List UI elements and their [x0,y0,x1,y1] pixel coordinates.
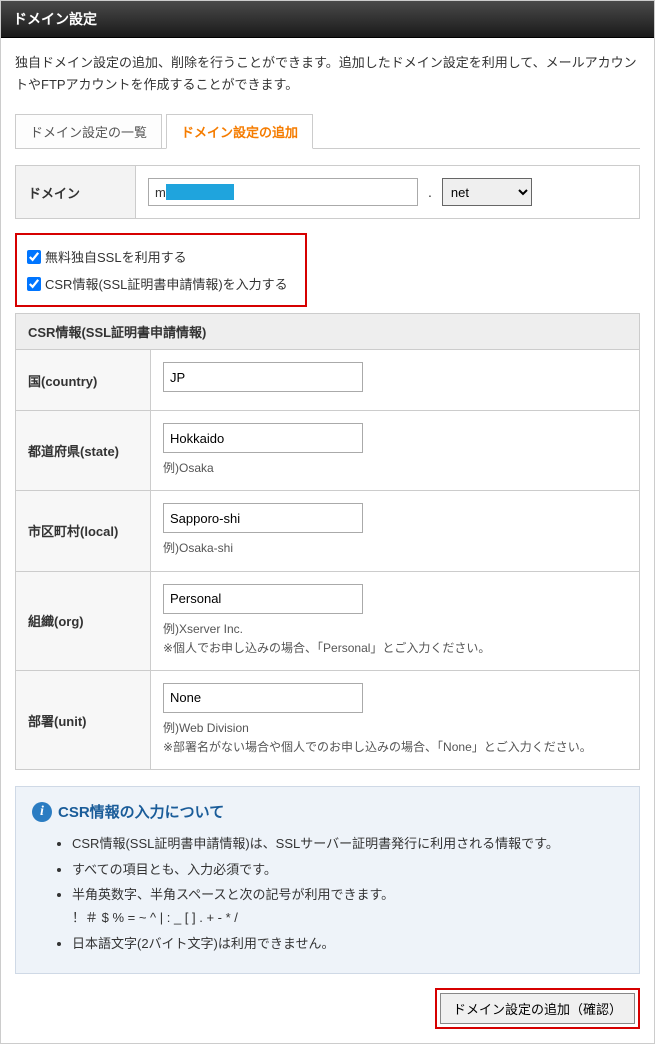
submit-row: ドメイン設定の追加（確認） [15,988,640,1029]
csr-info-list: CSR情報(SSL証明書申請情報)は、SSLサーバー証明書発行に利用される情報で… [32,832,623,955]
tab-domain-add[interactable]: ドメイン設定の追加 [166,114,313,149]
csr-country-input[interactable] [163,362,363,392]
list-item: CSR情報(SSL証明書申請情報)は、SSLサーバー証明書発行に利用される情報で… [72,832,623,855]
list-item: すべての項目とも、入力必須です。 [72,858,623,881]
csr-unit-label: 部署(unit) [16,670,151,769]
checkbox-csr-input[interactable] [27,277,41,291]
ssl-options-box: 無料独自SSLを利用する CSR情報(SSL証明書申請情報)を入力する [15,233,307,307]
csr-org-input[interactable] [163,584,363,614]
tabs: ドメイン設定の一覧 ドメイン設定の追加 [15,114,640,149]
domain-dot: . [426,184,434,200]
csr-state-label: 都道府県(state) [16,411,151,491]
csr-table: CSR情報(SSL証明書申請情報) 国(country) 都道府県(state)… [15,313,640,770]
domain-input-prefix: m [155,185,166,200]
domain-settings-panel: ドメイン設定 独自ドメイン設定の追加、削除を行うことができます。追加したドメイン… [0,0,655,1044]
list-item: 半角英数字、半角スペースと次の記号が利用できます。 ！＃ $ % = ~ ^ |… [72,883,623,930]
csr-org-hint: 例)Xserver Inc. ※個人でお申し込みの場合、「Personal」とご… [163,620,627,658]
domain-input-masked [166,184,234,200]
panel-title: ドメイン設定 [1,1,654,38]
checkbox-csr[interactable]: CSR情報(SSL証明書申請情報)を入力する [27,270,295,297]
csr-local-hint: 例)Osaka-shi [163,539,627,558]
panel-description: 独自ドメイン設定の追加、削除を行うことができます。追加したドメイン設定を利用して… [15,52,640,96]
csr-section-title: CSR情報(SSL証明書申請情報) [16,314,640,350]
csr-local-input[interactable] [163,503,363,533]
tab-domain-list[interactable]: ドメイン設定の一覧 [15,114,162,148]
csr-state-hint: 例)Osaka [163,459,627,478]
submit-button-highlight: ドメイン設定の追加（確認） [435,988,640,1029]
tld-select[interactable]: net [442,178,532,206]
csr-org-label: 組織(org) [16,571,151,670]
csr-local-label: 市区町村(local) [16,491,151,571]
csr-info-title: CSR情報の入力について [58,801,224,822]
list-item: 日本語文字(2バイト文字)は利用できません。 [72,932,623,955]
submit-button[interactable]: ドメイン設定の追加（確認） [440,993,635,1024]
checkbox-csr-label: CSR情報(SSL証明書申請情報)を入力する [45,274,288,293]
domain-input[interactable]: m [148,178,418,206]
info-icon [32,802,52,822]
checkbox-free-ssl-input[interactable] [27,250,41,264]
csr-info-box: CSR情報の入力について CSR情報(SSL証明書申請情報)は、SSLサーバー証… [15,786,640,974]
csr-unit-input[interactable] [163,683,363,713]
domain-form-table: ドメイン m . net [15,165,640,219]
csr-unit-hint: 例)Web Division ※部署名がない場合や個人でのお申し込みの場合、「N… [163,719,627,757]
csr-state-input[interactable] [163,423,363,453]
csr-info-title-row: CSR情報の入力について [32,801,623,822]
domain-label: ドメイン [16,166,136,219]
csr-country-label: 国(country) [16,350,151,411]
checkbox-free-ssl[interactable]: 無料独自SSLを利用する [27,243,295,270]
checkbox-free-ssl-label: 無料独自SSLを利用する [45,247,187,266]
panel-body: 独自ドメイン設定の追加、削除を行うことができます。追加したドメイン設定を利用して… [1,38,654,1043]
